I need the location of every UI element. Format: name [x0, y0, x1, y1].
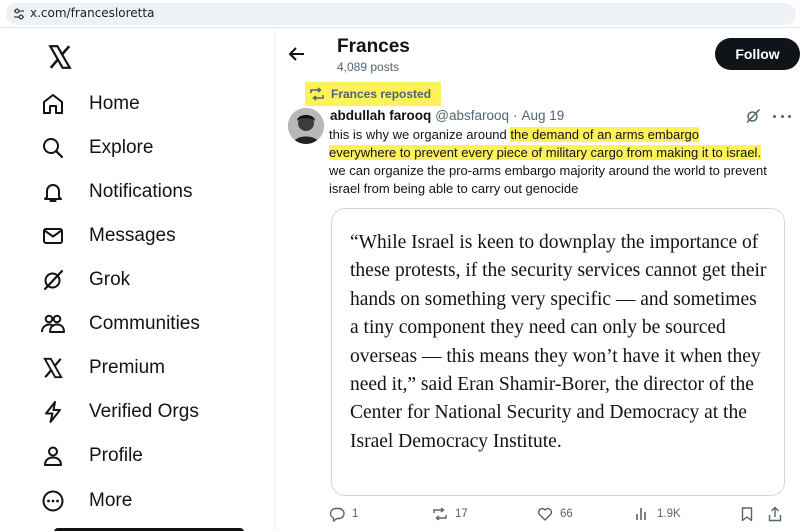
tweet-text-part: this is why we organize around [329, 127, 511, 142]
grok-icon [43, 269, 64, 291]
sidebar-item-grok[interactable]: Grok [40, 260, 130, 300]
back-arrow-icon[interactable] [287, 44, 307, 64]
more-circle-icon [42, 490, 64, 512]
author-name[interactable]: abdullah farooq [330, 108, 431, 123]
repost-icon [310, 87, 324, 101]
tweet-author: abdullah farooq @absfarooq · Aug 19 [330, 108, 564, 123]
bell-icon [44, 184, 62, 202]
sidebar-item-label: Premium [89, 357, 166, 378]
author-handle[interactable]: @absfarooq [435, 108, 509, 123]
quote-text: “While Israel is keen to downplay the im… [350, 232, 767, 452]
x-logo-icon[interactable] [47, 44, 73, 70]
view-count: 1.9K [657, 508, 681, 520]
views-icon [636, 508, 646, 520]
sidebar-item-label: Profile [89, 445, 143, 466]
tweet-text-highlight: everywhere to prevent every piece of mil… [329, 145, 762, 160]
sidebar-item-label: More [89, 490, 133, 511]
reply-button[interactable]: 1 [329, 506, 358, 522]
repost-button[interactable]: 17 [432, 506, 468, 522]
sidebar-item-label: Grok [89, 269, 131, 290]
sidebar-item-explore[interactable]: Explore [40, 128, 153, 168]
repost-label: Frances reposted [331, 87, 432, 101]
sidebar-item-more[interactable]: More [40, 481, 132, 521]
home-icon [43, 94, 63, 114]
sidebar-item-label: Explore [89, 137, 154, 158]
tweet-date[interactable]: Aug 19 [522, 108, 565, 123]
grok-icon[interactable] [745, 108, 761, 124]
main-column: Frances 4,089 posts Follow Frances repos… [275, 28, 800, 531]
sidebar-item-profile[interactable]: Profile [40, 436, 143, 476]
post-count: 4,089 posts [337, 60, 400, 74]
sidebar-item-premium[interactable]: Premium [40, 348, 165, 388]
sidebar-item-label: Communities [89, 313, 200, 334]
repost-count: 17 [455, 508, 468, 520]
heart-icon [537, 507, 553, 521]
url-text[interactable]: x.com/francesloretta [30, 6, 154, 20]
bookmark-button[interactable] [739, 506, 755, 522]
sidebar: Home Explore Notifications Messages Grok [0, 28, 274, 531]
sidebar-item-home[interactable]: Home [40, 84, 140, 124]
x-logo-icon [43, 357, 63, 379]
like-count: 66 [560, 508, 573, 520]
share-button[interactable] [767, 506, 783, 522]
tweet-actions: 1 17 66 1.9K [329, 506, 799, 526]
sidebar-item-communities[interactable]: Communities [40, 304, 200, 344]
sidebar-item-notifications[interactable]: Notifications [40, 172, 193, 212]
tweet-text-part: we can organize the pro-arms embargo maj… [329, 163, 767, 196]
communities-icon [41, 314, 65, 333]
sidebar-item-label: Notifications [89, 181, 193, 202]
repost-indicator[interactable]: Frances reposted [305, 82, 442, 106]
site-settings-icon[interactable] [12, 7, 26, 21]
more-options-icon[interactable] [773, 108, 791, 124]
repost-icon [433, 507, 447, 521]
follow-button[interactable]: Follow [715, 38, 800, 70]
sidebar-item-label: Messages [89, 225, 176, 246]
like-button[interactable]: 66 [537, 506, 573, 522]
tweet-text: this is why we organize around the deman… [329, 126, 789, 198]
sidebar-item-label: Verified Orgs [89, 401, 199, 422]
sidebar-item-messages[interactable]: Messages [40, 216, 176, 256]
bookmark-icon [741, 507, 753, 522]
lightning-icon [45, 401, 61, 423]
browser-address-bar: x.com/francesloretta [0, 0, 800, 28]
person-icon [44, 446, 62, 466]
search-icon [43, 138, 64, 159]
tweet-text-highlight: the demand of an arms embargo [510, 127, 699, 142]
sidebar-item-label: Home [89, 93, 140, 114]
views-button[interactable]: 1.9K [634, 506, 681, 522]
avatar[interactable] [288, 108, 324, 144]
reply-icon [329, 507, 345, 522]
quote-image-card[interactable]: “While Israel is keen to downplay the im… [331, 208, 785, 496]
reply-count: 1 [352, 508, 359, 520]
envelope-icon [43, 228, 63, 244]
share-icon [768, 506, 782, 522]
page-title: Frances [337, 36, 410, 57]
sidebar-item-verified-orgs[interactable]: Verified Orgs [40, 392, 199, 432]
separator: · [513, 108, 518, 123]
